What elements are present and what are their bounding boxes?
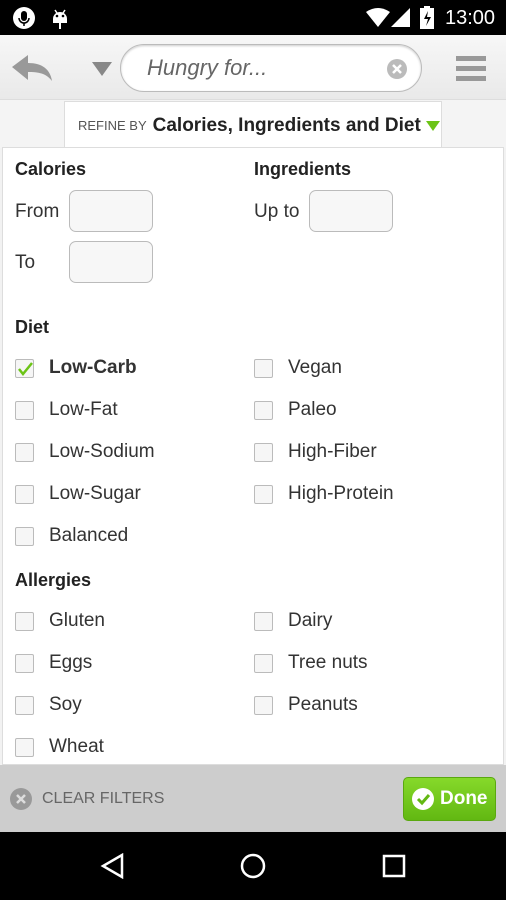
- to-label: To: [15, 252, 36, 273]
- allergies-option-label[interactable]: Wheat: [49, 736, 104, 758]
- diet-option-label[interactable]: Vegan: [288, 357, 342, 379]
- android-icon: [53, 9, 67, 29]
- diet-option-label[interactable]: High-Protein: [288, 483, 394, 505]
- allergies-option-label[interactable]: Gluten: [49, 610, 105, 632]
- diet-checkbox[interactable]: [254, 443, 273, 462]
- allergies-checkbox[interactable]: [15, 612, 34, 631]
- allergies-checkbox[interactable]: [15, 654, 34, 673]
- allergies-checkbox[interactable]: [254, 612, 273, 631]
- refine-prefix: REFINE BY: [78, 118, 147, 133]
- allergies-checkbox[interactable]: [254, 696, 273, 715]
- clear-filters-button[interactable]: CLEAR FILTERS: [10, 788, 164, 810]
- menu-icon[interactable]: [456, 56, 486, 82]
- checkmark-icon: [18, 362, 33, 376]
- diet-checkbox[interactable]: [254, 401, 273, 420]
- clear-search-icon[interactable]: [387, 59, 407, 79]
- allergies-checkbox[interactable]: [15, 738, 34, 757]
- search-input[interactable]: [147, 55, 377, 81]
- diet-checkbox[interactable]: [15, 359, 34, 378]
- battery-charging-icon: [420, 6, 434, 29]
- wifi-icon: [366, 8, 390, 27]
- refine-title: Calories, Ingredients and Diet: [152, 114, 421, 136]
- back-icon[interactable]: [10, 53, 54, 83]
- back-nav-icon[interactable]: [100, 853, 124, 879]
- allergies-option-label[interactable]: Soy: [49, 694, 82, 716]
- calories-heading: Calories: [15, 159, 87, 179]
- check-circle-icon: [412, 788, 434, 810]
- upto-label: Up to: [254, 201, 300, 222]
- diet-checkbox[interactable]: [254, 485, 273, 504]
- allergies-option-label[interactable]: Dairy: [288, 610, 332, 632]
- diet-option-label[interactable]: Low-Sodium: [49, 441, 155, 463]
- diet-option-label[interactable]: High-Fiber: [288, 441, 377, 463]
- diet-checkbox[interactable]: [15, 527, 34, 546]
- diet-option-label[interactable]: Balanced: [49, 525, 128, 547]
- diet-checkbox[interactable]: [15, 443, 34, 462]
- done-button[interactable]: Done: [403, 777, 496, 821]
- filter-panel: Calories From To Ingredients Up to Diet …: [2, 147, 504, 765]
- status-bar: 13:00: [0, 0, 506, 35]
- diet-checkbox[interactable]: [254, 359, 273, 378]
- signal-icon: [391, 8, 410, 27]
- calories-to-input[interactable]: [69, 241, 153, 283]
- refine-bar: REFINE BY Calories, Ingredients and Diet: [0, 100, 506, 149]
- diet-option-label[interactable]: Paleo: [288, 399, 337, 421]
- microphone-icon: [13, 7, 35, 29]
- footer: CLEAR FILTERS Done: [0, 765, 506, 832]
- allergies-option-label[interactable]: Tree nuts: [288, 652, 368, 674]
- recents-icon[interactable]: [382, 854, 406, 878]
- diet-heading: Diet: [15, 317, 50, 337]
- ingredients-heading: Ingredients: [254, 159, 352, 179]
- navigation-bar: [0, 832, 506, 900]
- diet-option-label[interactable]: Low-Carb: [49, 357, 137, 379]
- done-label: Done: [440, 788, 488, 809]
- status-time: 13:00: [445, 7, 496, 29]
- from-label: From: [15, 201, 60, 222]
- allergies-heading: Allergies: [15, 570, 92, 590]
- clear-filters-label: CLEAR FILTERS: [42, 790, 165, 807]
- ingredients-upto-input[interactable]: [309, 190, 393, 232]
- allergies-checkbox[interactable]: [15, 696, 34, 715]
- dropdown-arrow-icon[interactable]: [92, 62, 112, 76]
- clear-icon: [10, 788, 32, 810]
- toolbar: [0, 35, 506, 100]
- diet-option-label[interactable]: Low-Sugar: [49, 483, 141, 505]
- calories-from-input[interactable]: [69, 190, 153, 232]
- search-field[interactable]: [120, 44, 422, 92]
- chevron-down-icon: [425, 120, 440, 131]
- allergies-option-label[interactable]: Peanuts: [288, 694, 358, 716]
- home-icon[interactable]: [240, 853, 266, 879]
- diet-option-label[interactable]: Low-Fat: [49, 399, 118, 421]
- allergies-option-label[interactable]: Eggs: [49, 652, 92, 674]
- diet-checkbox[interactable]: [15, 401, 34, 420]
- refine-tab[interactable]: REFINE BY Calories, Ingredients and Diet: [64, 101, 442, 149]
- allergies-checkbox[interactable]: [254, 654, 273, 673]
- diet-checkbox[interactable]: [15, 485, 34, 504]
